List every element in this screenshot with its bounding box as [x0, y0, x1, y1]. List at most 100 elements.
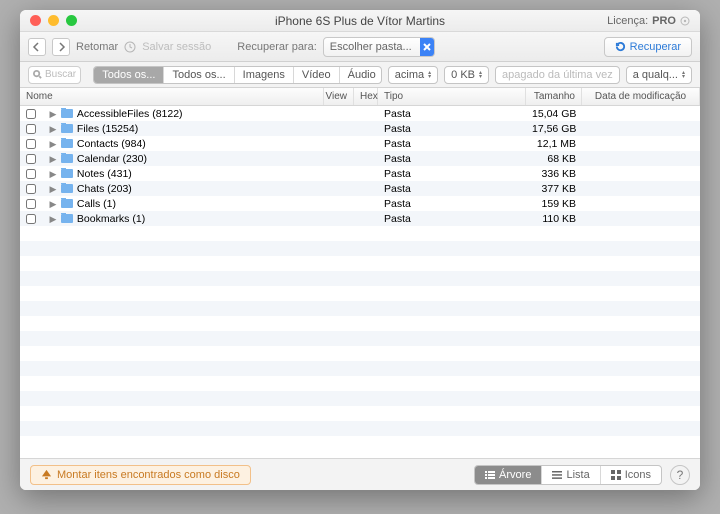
disclosure-icon[interactable]: ▶ — [48, 184, 58, 195]
table-row — [20, 406, 700, 421]
recover-icon — [615, 41, 626, 52]
size-cell: 159 KB — [526, 198, 582, 210]
type-cell: Pasta — [378, 168, 526, 180]
name-cell: ▶ Bookmarks (1) — [42, 213, 324, 225]
table-row — [20, 316, 700, 331]
footer: Montar itens encontrados como disco Árvo… — [20, 458, 700, 490]
folder-icon — [61, 184, 73, 193]
tab-all-1[interactable]: Todos os... — [94, 67, 164, 83]
view-list-button[interactable]: Lista — [542, 466, 600, 484]
table-row — [20, 346, 700, 361]
zoom-icon[interactable] — [66, 15, 77, 26]
name-cell: ▶ Files (15254) — [42, 123, 324, 135]
tab-all-2[interactable]: Todos os... — [164, 67, 234, 83]
disclosure-icon[interactable]: ▶ — [48, 214, 58, 225]
table-row[interactable]: ▶ Notes (431) Pasta336 KB — [20, 166, 700, 181]
row-checkbox[interactable] — [20, 124, 42, 134]
app-window: iPhone 6S Plus de Vítor Martins Licença:… — [20, 10, 700, 490]
type-cell: Pasta — [378, 123, 526, 135]
disclosure-icon[interactable]: ▶ — [48, 199, 58, 210]
filter-toolbar: Buscar Todos os... Todos os... Imagens V… — [20, 62, 700, 88]
table-row[interactable]: ▶ Calls (1) Pasta159 KB — [20, 196, 700, 211]
table-row — [20, 241, 700, 256]
recover-to-label: Recuperar para: — [237, 41, 317, 53]
table-row — [20, 376, 700, 391]
size-value-select[interactable]: 0 KB▴▾ — [444, 66, 489, 84]
disclosure-icon[interactable]: ▶ — [48, 169, 58, 180]
license-badge[interactable]: Licença: PRO — [607, 15, 690, 27]
table-row[interactable]: ▶ Bookmarks (1) Pasta110 KB — [20, 211, 700, 226]
any-select[interactable]: a qualq...▴▾ — [626, 66, 692, 84]
retomar-label[interactable]: Retomar — [76, 41, 118, 53]
minimize-icon[interactable] — [48, 15, 59, 26]
save-session-icon[interactable] — [124, 41, 136, 53]
save-session-label[interactable]: Salvar sessão — [142, 41, 211, 53]
main-toolbar: Retomar Salvar sessão Recuperar para: Es… — [20, 32, 700, 62]
type-cell: Pasta — [378, 153, 526, 165]
window-controls — [20, 15, 77, 26]
folder-icon — [61, 154, 73, 163]
disclosure-icon[interactable]: ▶ — [48, 124, 58, 135]
table-row — [20, 226, 700, 241]
row-checkbox[interactable] — [20, 154, 42, 164]
table-row[interactable]: ▶ Contacts (984)Pasta12,1 MB — [20, 136, 700, 151]
disclosure-icon[interactable]: ▶ — [48, 139, 58, 150]
col-view[interactable]: View — [324, 88, 354, 105]
table-row — [20, 271, 700, 286]
folder-icon — [61, 214, 73, 223]
tab-audio[interactable]: Áudio — [340, 67, 382, 83]
name-cell: ▶ Calendar (230) — [42, 153, 324, 165]
name-cell: ▶ Notes (431) — [42, 168, 324, 180]
table-row[interactable]: ▶ AccessibleFiles (8122)Pasta15,04 GB — [20, 106, 700, 121]
col-size[interactable]: Tamanho — [526, 88, 582, 105]
table-row — [20, 301, 700, 316]
nav-back-button[interactable] — [28, 38, 46, 56]
type-cell: Pasta — [378, 213, 526, 225]
search-input[interactable]: Buscar — [28, 66, 81, 84]
type-cell: Pasta — [378, 198, 526, 210]
table-row[interactable]: ▶ Chats (203)Pasta377 KB — [20, 181, 700, 196]
row-checkbox[interactable] — [20, 214, 42, 224]
col-type[interactable]: Tipo — [378, 88, 526, 105]
search-icon — [33, 70, 42, 79]
filter-tabs: Todos os... Todos os... Imagens Vídeo Áu… — [93, 66, 382, 84]
col-hex[interactable]: Hex — [354, 88, 378, 105]
recover-button[interactable]: Recuperar — [604, 37, 692, 57]
table-row — [20, 286, 700, 301]
row-checkbox[interactable] — [20, 109, 42, 119]
folder-icon — [61, 199, 73, 208]
modified-select[interactable]: apagado da última vez — [495, 66, 620, 84]
folder-icon — [61, 139, 73, 148]
tab-video[interactable]: Vídeo — [294, 67, 340, 83]
titlebar: iPhone 6S Plus de Vítor Martins Licença:… — [20, 10, 700, 32]
nav-fwd-button[interactable] — [52, 38, 70, 56]
size-cell: 336 KB — [526, 168, 582, 180]
row-checkbox[interactable] — [20, 199, 42, 209]
col-modified[interactable]: Data de modificação — [582, 88, 700, 105]
destination-popup[interactable]: Escolher pasta... — [323, 37, 435, 57]
view-icons-button[interactable]: Icons — [601, 466, 661, 484]
tab-images[interactable]: Imagens — [235, 67, 294, 83]
row-checkbox[interactable] — [20, 169, 42, 179]
view-tree-button[interactable]: Árvore — [475, 466, 542, 484]
row-checkbox[interactable] — [20, 184, 42, 194]
mount-button[interactable]: Montar itens encontrados como disco — [30, 465, 251, 485]
table-row[interactable]: ▶ Calendar (230) Pasta68 KB — [20, 151, 700, 166]
size-cell: 68 KB — [526, 153, 582, 165]
name-cell: ▶ Chats (203) — [42, 183, 324, 195]
help-button[interactable]: ? — [670, 465, 690, 485]
row-checkbox[interactable] — [20, 139, 42, 149]
folder-icon — [61, 109, 73, 118]
size-cell: 377 KB — [526, 183, 582, 195]
close-icon[interactable] — [30, 15, 41, 26]
column-header: Nome View Hex Tipo Tamanho Data de modif… — [20, 88, 700, 106]
name-cell: ▶ Calls (1) — [42, 198, 324, 210]
window-title: iPhone 6S Plus de Vítor Martins — [20, 14, 700, 28]
table-row[interactable]: ▶ Files (15254)Pasta17,56 GB — [20, 121, 700, 136]
size-direction-select[interactable]: acima▴▾ — [388, 66, 438, 84]
disclosure-icon[interactable]: ▶ — [48, 154, 58, 165]
col-name[interactable]: Nome — [20, 88, 324, 105]
disclosure-icon[interactable]: ▶ — [48, 109, 58, 120]
license-info-icon — [680, 16, 690, 26]
size-cell: 110 KB — [526, 213, 582, 225]
